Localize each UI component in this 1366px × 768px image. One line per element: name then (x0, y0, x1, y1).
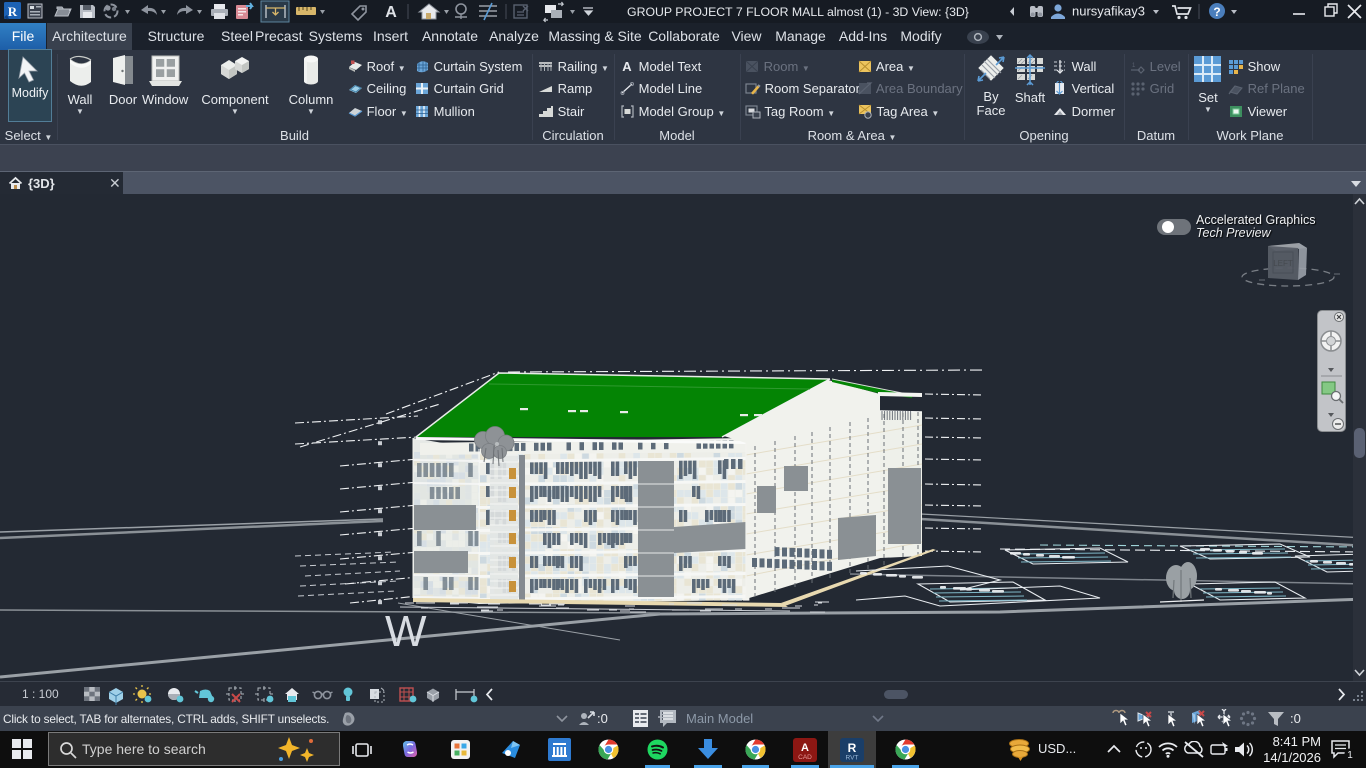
svg-text:1: 1 (1347, 750, 1353, 761)
svg-text:1: 1 (1132, 63, 1136, 69)
svg-text:LEFT: LEFT (1273, 259, 1293, 268)
svg-text:?: ? (1213, 5, 1220, 19)
svg-text:W: W (385, 607, 427, 656)
svg-text:R: R (848, 741, 857, 755)
svg-text:R: R (8, 4, 18, 19)
svg-text:CAD: CAD (798, 754, 812, 761)
svg-text:nursyafikay3: nursyafikay3 (1072, 4, 1145, 19)
svg-text:A: A (801, 742, 809, 754)
svg-text:A: A (622, 59, 632, 74)
svg-text:A: A (385, 4, 397, 21)
svg-text:RVT: RVT (846, 755, 859, 762)
